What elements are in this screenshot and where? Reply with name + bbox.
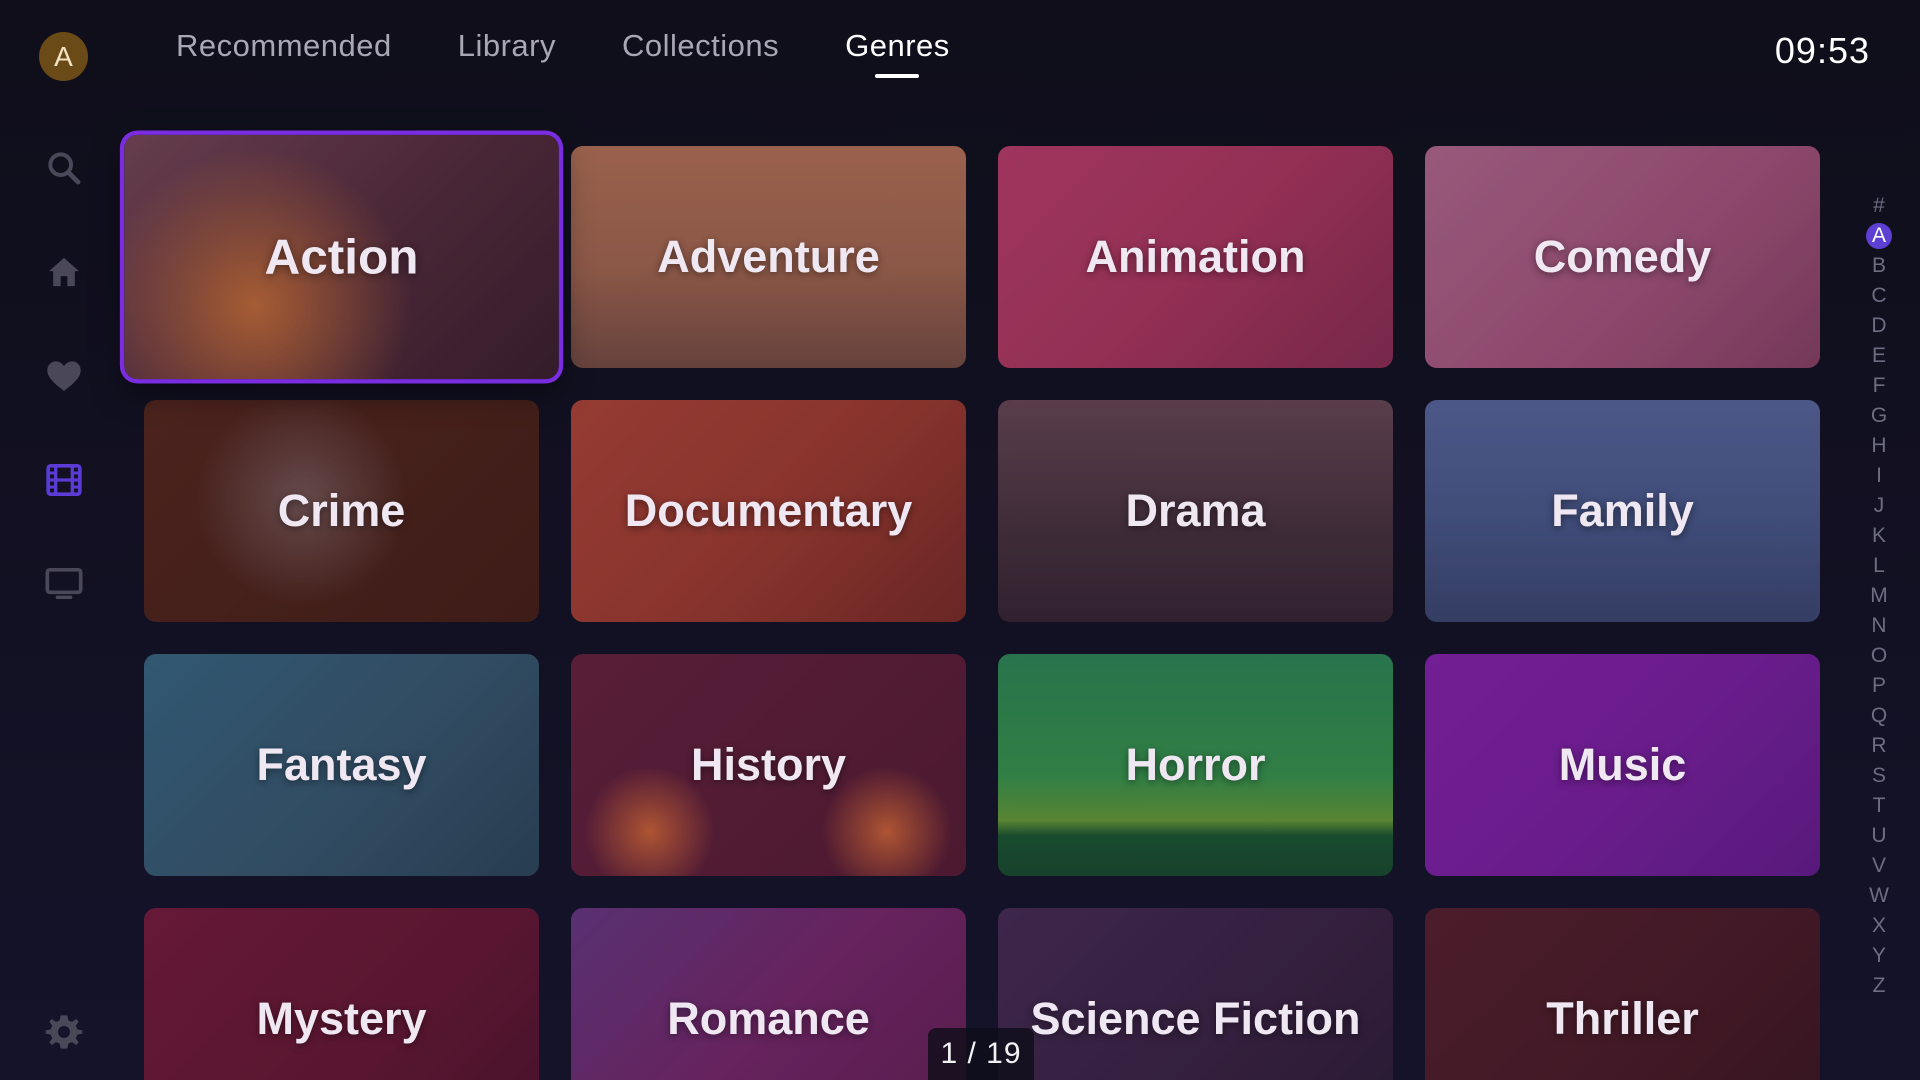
genre-label: Fantasy — [256, 739, 427, 790]
genre-label: Action — [264, 228, 419, 285]
alpha-letter[interactable]: N — [1866, 613, 1892, 639]
alpha-letter[interactable]: G — [1866, 403, 1892, 429]
genre-label: Drama — [1125, 485, 1266, 536]
tab-collections[interactable]: Collections — [622, 28, 779, 78]
genre-tile-fantasy[interactable]: Fantasy — [144, 654, 539, 876]
alpha-letter[interactable]: E — [1866, 343, 1892, 369]
alpha-letter[interactable]: O — [1866, 643, 1892, 669]
alpha-letter[interactable]: Z — [1866, 973, 1892, 999]
genre-tile-history[interactable]: History — [571, 654, 966, 876]
alpha-letter[interactable]: C — [1866, 283, 1892, 309]
alpha-letter[interactable]: W — [1866, 883, 1892, 909]
genre-tile-action[interactable]: Action — [124, 134, 559, 380]
alpha-letter[interactable]: S — [1866, 763, 1892, 789]
genre-label: Family — [1551, 485, 1694, 536]
alphabet-index: # A B C D E F G H I J K L M N O P Q R S … — [1864, 193, 1894, 1003]
avatar-letter: A — [54, 40, 73, 72]
genre-tile-animation[interactable]: Animation — [998, 146, 1393, 368]
genre-tile-romance[interactable]: Romance — [571, 908, 966, 1080]
page-indicator: 1 / 19 — [928, 1028, 1034, 1080]
alpha-letter[interactable]: L — [1866, 553, 1892, 579]
alpha-letter[interactable]: D — [1866, 313, 1892, 339]
home-icon[interactable] — [42, 250, 86, 294]
genre-tile-documentary[interactable]: Documentary — [571, 400, 966, 622]
side-rail — [0, 130, 128, 1060]
genre-label: Documentary — [624, 485, 913, 536]
genre-tile-music[interactable]: Music — [1425, 654, 1820, 876]
heart-icon[interactable] — [42, 354, 86, 398]
alpha-letter[interactable]: # — [1866, 193, 1892, 219]
alpha-letter[interactable]: R — [1866, 733, 1892, 759]
genre-label: Music — [1558, 739, 1687, 790]
tab-library[interactable]: Library — [458, 28, 556, 78]
genre-tile-adventure[interactable]: Adventure — [571, 146, 966, 368]
genre-tile-comedy[interactable]: Comedy — [1425, 146, 1820, 368]
genre-label: Science Fiction — [1030, 993, 1361, 1044]
genre-tile-horror[interactable]: Horror — [998, 654, 1393, 876]
genre-tile-thriller[interactable]: Thriller — [1425, 908, 1820, 1080]
genre-tile-family[interactable]: Family — [1425, 400, 1820, 622]
alpha-letter[interactable]: M — [1866, 583, 1892, 609]
alpha-letter[interactable]: K — [1866, 523, 1892, 549]
top-tabs: Recommended Library Collections Genres — [176, 28, 1016, 78]
alpha-letter-active[interactable]: A — [1866, 223, 1892, 249]
clock: 09:53 — [1774, 30, 1870, 71]
genre-label: Thriller — [1546, 993, 1699, 1044]
user-avatar[interactable]: A — [39, 32, 88, 81]
gear-icon[interactable] — [42, 1010, 86, 1054]
alpha-letter[interactable]: J — [1866, 493, 1892, 519]
film-icon[interactable] — [42, 458, 86, 502]
genre-tile-mystery[interactable]: Mystery — [144, 908, 539, 1080]
tab-genres[interactable]: Genres — [845, 28, 950, 78]
alpha-letter[interactable]: F — [1866, 373, 1892, 399]
genre-grid: Action Adventure Animation Comedy Crime … — [124, 134, 1820, 1080]
alpha-letter[interactable]: T — [1866, 793, 1892, 819]
alpha-letter[interactable]: P — [1866, 673, 1892, 699]
genre-label: Animation — [1085, 231, 1306, 282]
genre-label: Horror — [1125, 739, 1266, 790]
alpha-letter[interactable]: B — [1866, 253, 1892, 279]
alpha-letter[interactable]: Q — [1866, 703, 1892, 729]
genre-label: Romance — [667, 993, 870, 1044]
alpha-letter[interactable]: X — [1866, 913, 1892, 939]
alpha-letter[interactable]: Y — [1866, 943, 1892, 969]
search-icon[interactable] — [42, 146, 86, 190]
genre-tile-drama[interactable]: Drama — [998, 400, 1393, 622]
genre-label: History — [690, 739, 847, 790]
tab-recommended[interactable]: Recommended — [176, 28, 392, 78]
genre-label: Adventure — [657, 231, 880, 282]
alpha-letter[interactable]: V — [1866, 853, 1892, 879]
genre-label: Mystery — [256, 993, 427, 1044]
genre-tile-science-fiction[interactable]: Science Fiction — [998, 908, 1393, 1080]
tv-icon[interactable] — [42, 562, 86, 606]
app-root: A Recommended Library Collections Genres… — [0, 0, 1920, 1080]
alpha-letter[interactable]: H — [1866, 433, 1892, 459]
alpha-letter[interactable]: I — [1866, 463, 1892, 489]
alpha-letter[interactable]: U — [1866, 823, 1892, 849]
genre-label: Crime — [277, 485, 406, 536]
genre-tile-crime[interactable]: Crime — [144, 400, 539, 622]
genre-label: Comedy — [1533, 231, 1712, 282]
